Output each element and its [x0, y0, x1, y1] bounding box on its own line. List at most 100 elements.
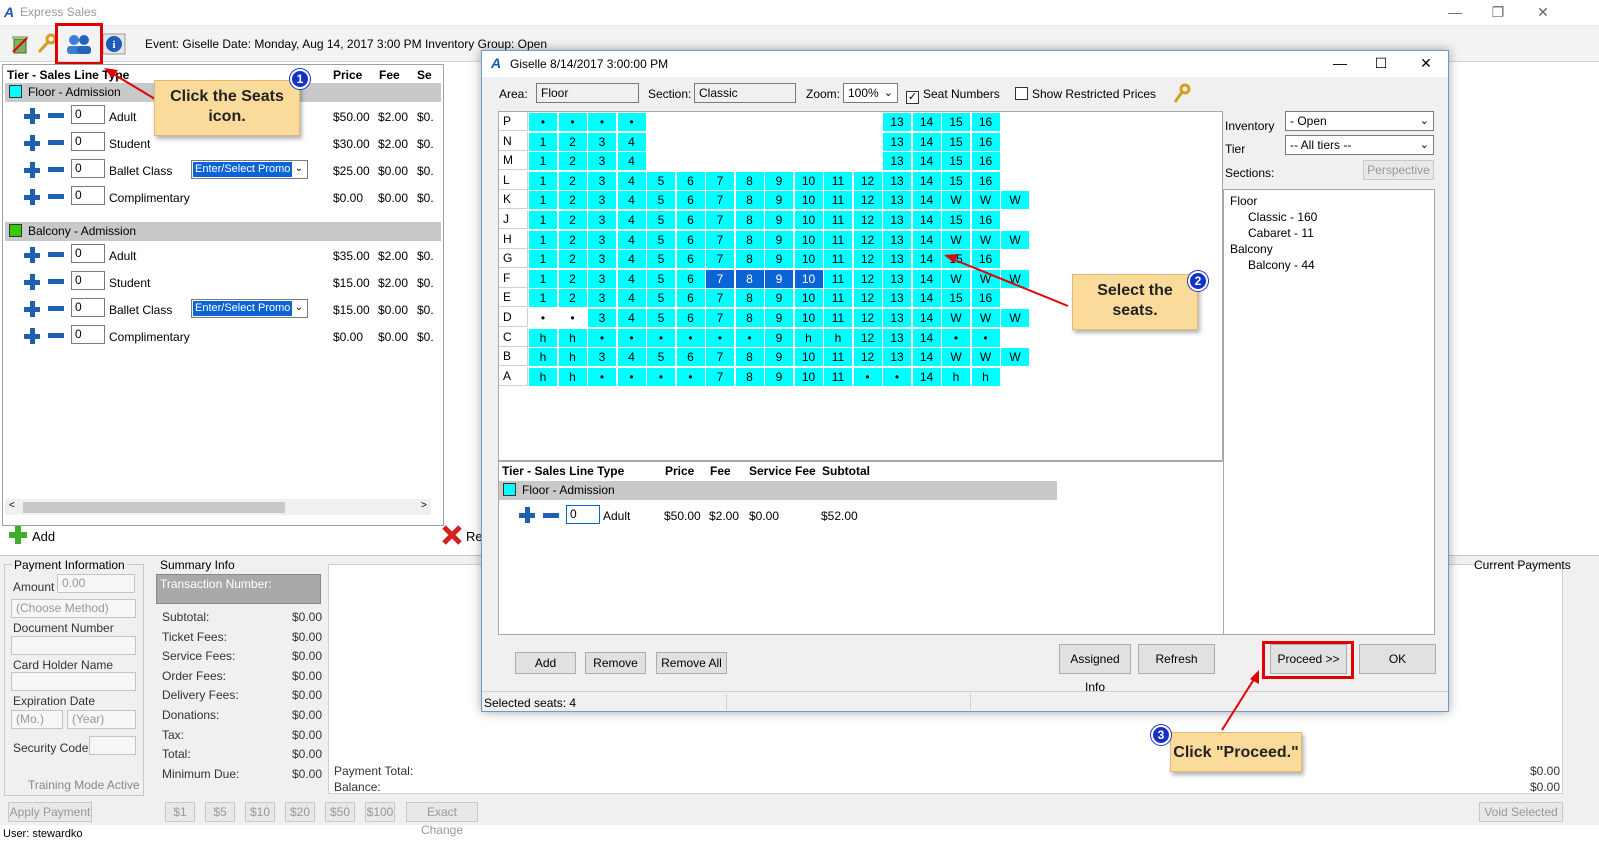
seat[interactable]: h — [529, 348, 557, 367]
decrease-qty-button[interactable] — [48, 113, 64, 118]
seat[interactable]: 14 — [912, 289, 941, 308]
seat[interactable]: 9 — [765, 367, 793, 386]
seat[interactable]: 9 — [765, 269, 793, 288]
seat[interactable]: 8 — [735, 230, 764, 249]
seat[interactable]: 9 — [765, 230, 793, 249]
payment-method-select[interactable]: (Choose Method) — [11, 599, 136, 618]
seat[interactable]: • — [588, 367, 616, 386]
qty-input[interactable]: 0 — [71, 105, 105, 124]
quick-cash-button[interactable]: $10 — [245, 802, 275, 822]
seat[interactable]: W — [971, 309, 1000, 327]
seat[interactable]: 8 — [735, 171, 764, 190]
seat[interactable]: 8 — [735, 250, 764, 269]
seat[interactable]: 9 — [765, 211, 793, 229]
seat[interactable]: 3 — [588, 132, 616, 151]
increase-qty-button[interactable] — [24, 162, 40, 178]
seat[interactable]: 5 — [647, 191, 675, 210]
seat[interactable]: 8 — [735, 309, 764, 327]
seat[interactable]: 9 — [765, 328, 793, 347]
seat[interactable]: 4 — [617, 309, 646, 327]
seat[interactable]: 2 — [558, 230, 587, 249]
seat[interactable]: 16 — [971, 171, 1000, 190]
decrease-qty-button[interactable] — [48, 167, 64, 172]
seat[interactable]: 7 — [706, 367, 734, 386]
seat[interactable]: 10 — [794, 289, 823, 308]
tree-balcony-44[interactable]: Balcony - 44 — [1230, 257, 1428, 273]
seat[interactable]: 4 — [617, 171, 646, 190]
seat[interactable]: 15 — [942, 250, 970, 269]
seat[interactable]: 14 — [912, 211, 941, 229]
seat[interactable]: W — [971, 191, 1000, 210]
seat[interactable]: 2 — [558, 152, 587, 171]
seat[interactable]: 2 — [558, 171, 587, 190]
close-button[interactable]: ✕ — [1528, 2, 1558, 22]
seat[interactable]: 2 — [558, 250, 587, 269]
seat[interactable]: 14 — [912, 328, 941, 347]
seat[interactable]: 8 — [735, 269, 764, 288]
seat[interactable]: • — [617, 367, 646, 386]
seat[interactable]: 4 — [617, 230, 646, 249]
seat[interactable]: 4 — [617, 269, 646, 288]
assigned-info-button[interactable]: Assigned Info — [1059, 644, 1131, 694]
qty-input[interactable]: 0 — [71, 244, 105, 263]
seat[interactable]: 7 — [706, 289, 734, 308]
seat[interactable]: h — [529, 328, 557, 347]
dialog-minimize-button[interactable]: — — [1325, 53, 1355, 73]
dialog-close-button[interactable]: ✕ — [1411, 53, 1441, 73]
seat[interactable]: 13 — [883, 152, 911, 171]
horizontal-scrollbar[interactable]: < > — [5, 499, 431, 515]
seat[interactable]: • — [942, 328, 970, 347]
seat[interactable]: 1 — [529, 269, 557, 288]
add-seat-button[interactable]: Add — [515, 652, 576, 674]
seat[interactable]: • — [647, 328, 675, 347]
seat[interactable]: 11 — [824, 171, 852, 190]
seat[interactable]: • — [558, 113, 587, 131]
tree-cabaret[interactable]: Cabaret - 11 — [1230, 225, 1428, 241]
seat[interactable]: 12 — [853, 250, 882, 269]
decrease-qty-button[interactable] — [48, 194, 64, 199]
void-selected-button[interactable]: Void Selected — [1479, 802, 1563, 822]
seat[interactable]: 4 — [617, 152, 646, 171]
increase-qty-button[interactable] — [24, 247, 40, 263]
seat[interactable]: 5 — [647, 211, 675, 229]
seat[interactable]: 15 — [942, 132, 970, 151]
seat[interactable]: 7 — [706, 250, 734, 269]
card-holder-input[interactable] — [11, 672, 136, 691]
seat[interactable]: 2 — [558, 132, 587, 151]
seat[interactable]: 1 — [529, 289, 557, 308]
promo-select[interactable]: Enter/Select Promo ⌄ — [191, 299, 308, 318]
seat[interactable]: 4 — [617, 289, 646, 308]
seat[interactable]: 12 — [853, 348, 882, 367]
seat[interactable]: 14 — [912, 132, 941, 151]
seat[interactable]: W — [1001, 230, 1029, 249]
tree-balcony[interactable]: Balcony — [1230, 241, 1428, 257]
seat[interactable]: 12 — [853, 328, 882, 347]
seat[interactable]: 13 — [883, 309, 911, 327]
seat[interactable]: h — [529, 367, 557, 386]
seat[interactable]: 9 — [765, 348, 793, 367]
seat[interactable]: 7 — [706, 309, 734, 327]
seat[interactable]: h — [558, 328, 587, 347]
seat[interactable]: • — [647, 367, 675, 386]
restore-button[interactable]: ❐ — [1483, 2, 1513, 22]
promo-select[interactable]: Enter/Select Promo ⌄ — [191, 160, 308, 179]
seat[interactable]: 11 — [824, 269, 852, 288]
seat[interactable]: 16 — [971, 113, 1000, 131]
seat[interactable]: h — [558, 367, 587, 386]
seat[interactable]: 11 — [824, 348, 852, 367]
increase-qty-button[interactable] — [24, 301, 40, 317]
seat[interactable]: • — [529, 309, 557, 327]
quick-cash-button[interactable]: $20 — [285, 802, 315, 822]
seat[interactable]: 4 — [617, 191, 646, 210]
seat[interactable]: 10 — [794, 367, 823, 386]
qty-input[interactable]: 0 — [71, 186, 105, 205]
amount-input[interactable]: 0.00 — [57, 574, 135, 593]
refresh-button[interactable]: Refresh — [1138, 644, 1215, 674]
quick-cash-button[interactable]: $5 — [205, 802, 235, 822]
seat[interactable]: W — [942, 269, 970, 288]
seat[interactable]: 9 — [765, 309, 793, 327]
seat[interactable]: 14 — [912, 309, 941, 327]
seat[interactable]: W — [942, 230, 970, 249]
security-code-input[interactable] — [89, 736, 136, 755]
seat[interactable]: 4 — [617, 132, 646, 151]
